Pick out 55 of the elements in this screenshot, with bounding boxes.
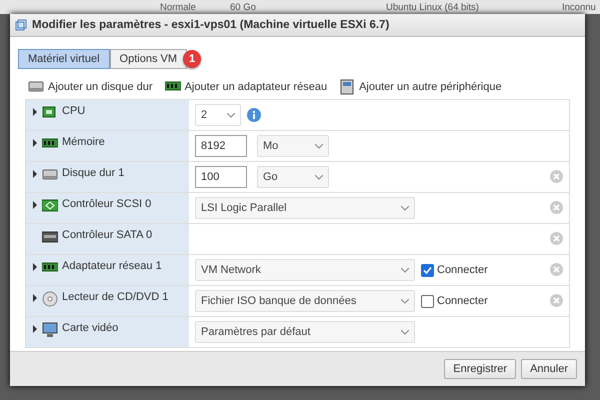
row-label: Contrôleur SCSI 0 (62, 198, 152, 210)
dropdown[interactable]: Fichier ISO banque de données (195, 290, 415, 312)
dropdown[interactable]: 2 (195, 104, 241, 126)
tab[interactable]: Options VM (110, 49, 187, 69)
checkbox[interactable] (421, 294, 434, 308)
state-text: Inconnu (562, 2, 597, 12)
row-label: Contrôleur SATA 0 (62, 229, 152, 241)
checkbox-label: Connecter (437, 295, 488, 307)
disc-icon (42, 291, 58, 307)
monitor-icon (42, 322, 58, 338)
checkbox[interactable] (421, 264, 434, 276)
dialog-button[interactable]: Annuler (521, 359, 577, 379)
expand-icon[interactable] (32, 108, 38, 116)
chevron-icon (401, 268, 409, 272)
row-label: Lecteur de CD/DVD 1 (62, 291, 168, 303)
status-text: Normale (160, 2, 197, 12)
row-label: CPU (62, 105, 86, 117)
chevron-icon (315, 144, 323, 148)
dropdown[interactable]: VM Network (195, 259, 415, 281)
expand-icon[interactable] (32, 294, 38, 302)
row-label: Disque dur 1 (62, 167, 124, 179)
row-label: Carte vidéo (62, 322, 118, 334)
controller-icon (42, 198, 58, 214)
dropdown[interactable]: LSI Logic Parallel (195, 197, 415, 219)
checkbox-label: Connecter (437, 264, 488, 276)
dropdown[interactable]: Paramètres par défaut (195, 321, 415, 343)
dropdown[interactable]: Go (257, 166, 329, 188)
vm-icon (15, 19, 27, 31)
chevron-icon (315, 174, 323, 180)
expand-icon[interactable] (32, 263, 38, 271)
row-label: Adaptateur réseau 1 (62, 260, 162, 272)
expand-icon[interactable] (32, 325, 38, 333)
chevron-icon (227, 112, 235, 118)
toolbar-button[interactable]: Ajouter un disque dur (28, 79, 153, 95)
controller-icon (42, 229, 58, 245)
dialog-button[interactable]: Enregistrer (444, 359, 516, 379)
size-text: 60 Go (230, 2, 257, 12)
toolbar-button[interactable]: Ajouter un adaptateur réseau (164, 79, 328, 95)
toolbar-button[interactable]: Ajouter un autre périphérique (339, 79, 502, 95)
os-text: Ubuntu Linux (64 bits) (386, 2, 480, 12)
info-icon[interactable] (247, 108, 261, 122)
expand-icon[interactable] (32, 201, 38, 209)
window-title: Modifier les paramètres - esxi1-vps01 (Machine virtuelle ESXi 6.7) (32, 19, 390, 31)
chevron-icon (401, 298, 409, 304)
input-field[interactable]: 8192 (195, 135, 247, 157)
expand-icon[interactable] (32, 170, 38, 178)
input-field[interactable]: 100 (195, 166, 247, 188)
number-badge: 1 (183, 50, 201, 68)
expand-icon[interactable] (32, 139, 38, 147)
chevron-icon (401, 330, 409, 334)
tab[interactable]: Matériel virtuel (18, 49, 110, 69)
dropdown[interactable]: Mo (257, 135, 329, 157)
row-label: Mémoire (62, 136, 105, 148)
chevron-icon (401, 206, 409, 210)
device-icon (339, 79, 356, 95)
